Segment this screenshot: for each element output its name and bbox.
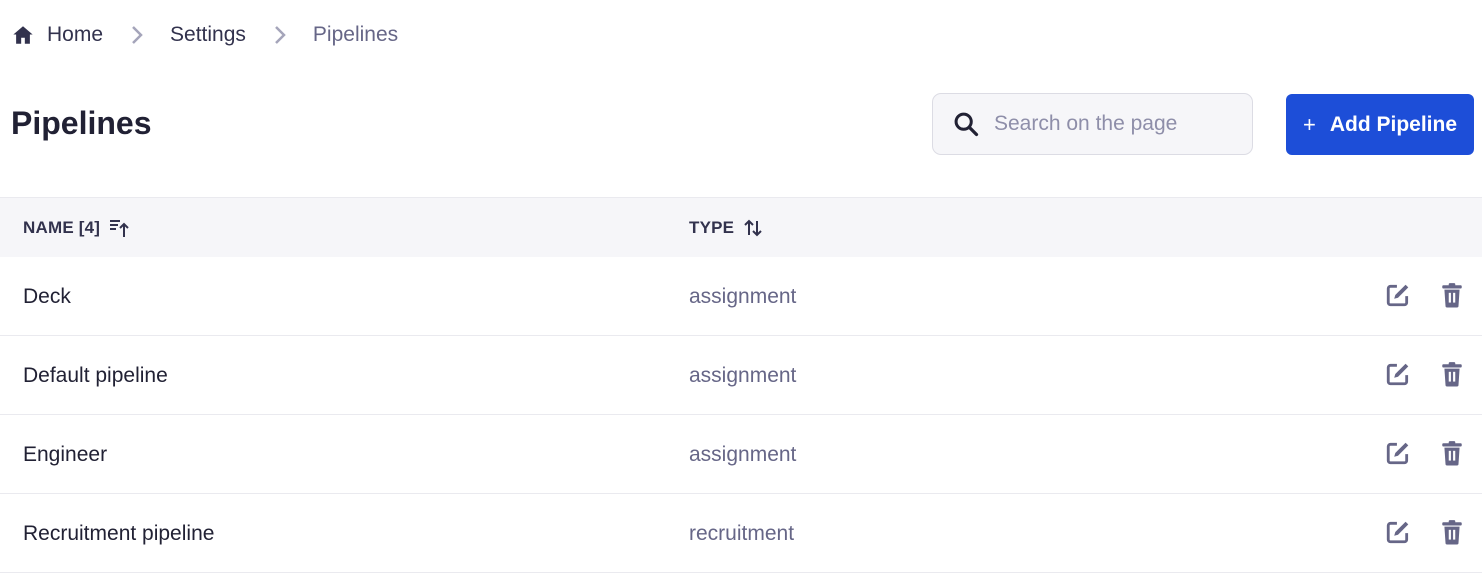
chevron-right-icon (130, 24, 148, 46)
delete-button[interactable] (1438, 283, 1466, 311)
edit-icon (1385, 361, 1411, 390)
table-row[interactable]: Recruitment pipeline recruitment (0, 494, 1482, 573)
row-actions (1384, 336, 1466, 415)
pipelines-table: NAME [4] TYPE Deck assignment Default pi… (0, 197, 1482, 573)
delete-icon (1440, 519, 1464, 548)
pipeline-type: assignment (689, 363, 797, 387)
table-row[interactable]: Deck assignment (0, 257, 1482, 336)
edit-icon (1385, 519, 1411, 548)
edit-icon (1385, 282, 1411, 311)
pipeline-type: assignment (689, 442, 797, 466)
pipeline-name: Recruitment pipeline (23, 521, 215, 545)
pipeline-type: recruitment (689, 521, 795, 545)
chevron-right-icon (273, 24, 291, 46)
breadcrumb-pipelines: Pipelines (313, 23, 398, 47)
row-actions (1384, 415, 1466, 494)
breadcrumb-label: Pipelines (312, 23, 399, 46)
row-actions (1384, 494, 1466, 573)
delete-icon (1440, 361, 1464, 390)
breadcrumb-home[interactable]: Home (12, 23, 103, 47)
sort-ascending-icon[interactable] (108, 217, 130, 239)
edit-button[interactable] (1384, 362, 1412, 390)
edit-button[interactable] (1384, 283, 1412, 311)
column-label: NAME [4] (23, 217, 101, 237)
edit-button[interactable] (1384, 441, 1412, 469)
column-header-name[interactable]: NAME [4] (23, 217, 130, 239)
pipeline-name: Deck (23, 284, 71, 308)
edit-icon (1385, 440, 1411, 469)
breadcrumb: Home Settings Pipelines (12, 20, 398, 50)
pipeline-type: assignment (689, 284, 797, 308)
pipeline-name: Default pipeline (23, 363, 168, 387)
breadcrumb-label: Settings (170, 23, 246, 46)
add-pipeline-label: Add Pipeline (1329, 112, 1458, 136)
delete-button[interactable] (1438, 520, 1466, 548)
edit-button[interactable] (1384, 520, 1412, 548)
table-row[interactable]: Engineer assignment (0, 415, 1482, 494)
table-header: NAME [4] TYPE (0, 197, 1482, 257)
row-actions (1384, 257, 1466, 336)
pipeline-name: Engineer (23, 442, 108, 466)
home-icon (12, 24, 34, 46)
column-label: TYPE (689, 217, 735, 237)
add-pipeline-button[interactable]: + Add Pipeline (1286, 94, 1474, 155)
delete-button[interactable] (1438, 441, 1466, 469)
sort-icon[interactable] (742, 217, 764, 239)
delete-icon (1440, 440, 1464, 469)
search-icon (952, 110, 980, 138)
page-title: Pipelines (11, 105, 152, 141)
breadcrumb-label: Home (47, 23, 104, 46)
column-header-type[interactable]: TYPE (689, 217, 764, 239)
search-input[interactable] (994, 112, 1234, 136)
plus-icon: + (1302, 111, 1316, 137)
delete-button[interactable] (1438, 362, 1466, 390)
breadcrumb-settings[interactable]: Settings (170, 23, 246, 47)
table-row[interactable]: Default pipeline assignment (0, 336, 1482, 415)
delete-icon (1440, 282, 1464, 311)
search-box[interactable] (932, 93, 1253, 155)
